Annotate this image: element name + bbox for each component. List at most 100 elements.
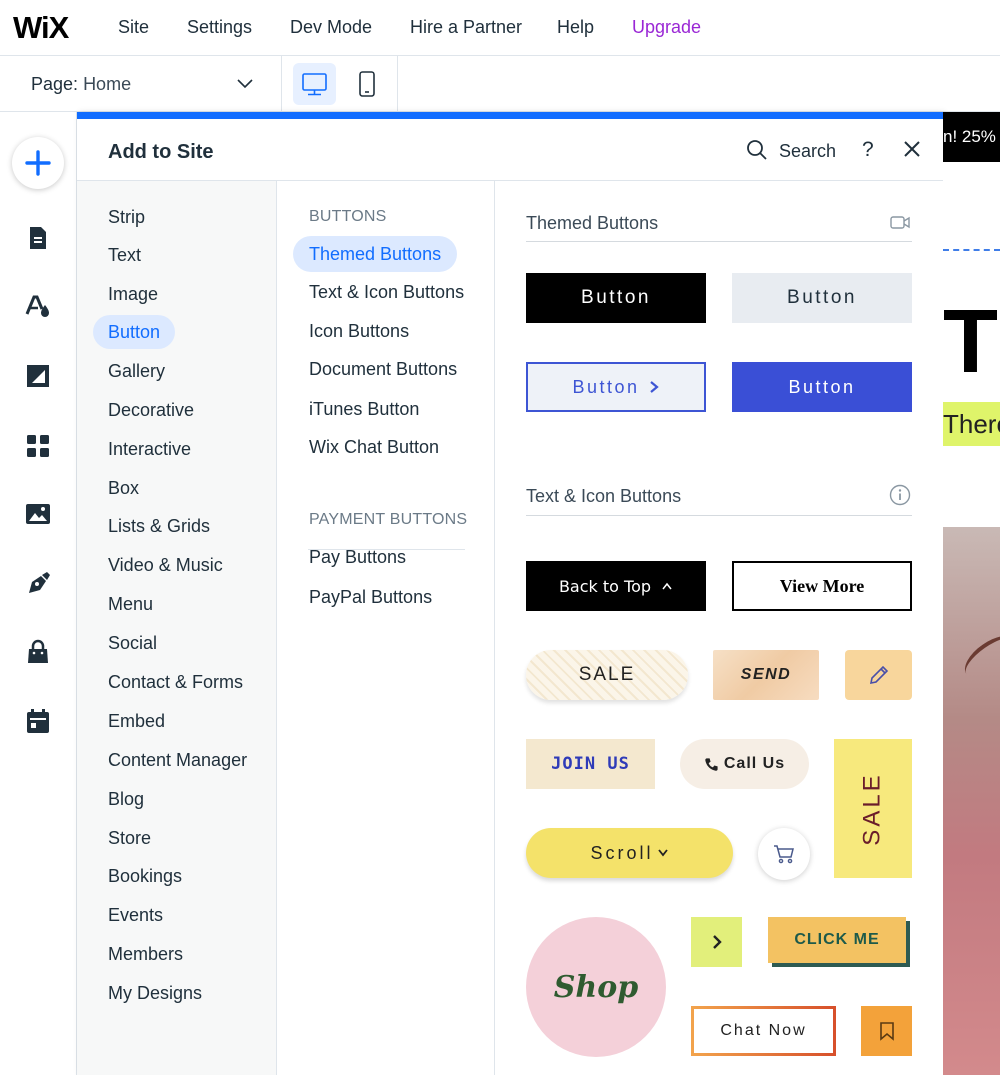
page-label: Page: xyxy=(31,74,79,94)
top-bar: WiX Site Settings Dev Mode Hire a Partne… xyxy=(0,0,1000,56)
add-elements-button[interactable] xyxy=(12,137,64,189)
category-video-music[interactable]: Video & Music xyxy=(93,548,238,582)
category-bookings[interactable]: Bookings xyxy=(93,859,197,893)
scroll-label: Scroll xyxy=(590,842,654,863)
call-us-button[interactable]: Call Us xyxy=(680,739,809,789)
preview-photo xyxy=(943,527,1000,1075)
view-more-button[interactable]: View More xyxy=(732,561,912,611)
sale-button[interactable]: SALE xyxy=(526,650,688,700)
category-decorative[interactable]: Decorative xyxy=(93,393,209,427)
pencil-icon xyxy=(869,665,888,685)
category-events[interactable]: Events xyxy=(93,898,178,932)
calendar-icon[interactable] xyxy=(24,707,52,735)
themed-button-blue[interactable]: Button xyxy=(732,362,912,412)
sale-vertical-label: SALE xyxy=(859,771,886,846)
search-button[interactable]: Search xyxy=(779,141,836,162)
chevron-right-icon xyxy=(649,381,659,393)
category-strip[interactable]: Strip xyxy=(93,200,160,234)
menu-site[interactable]: Site xyxy=(118,17,149,38)
subnav-document-buttons[interactable]: Document Buttons xyxy=(293,351,473,387)
add-to-site-panel: Add to Site Search ? Strip Text Image Bu… xyxy=(77,112,943,1075)
subnav-itunes-button[interactable]: iTunes Button xyxy=(293,391,435,427)
page-value: Home xyxy=(83,74,132,94)
join-us-button[interactable]: JOIN US xyxy=(526,739,655,789)
subnav-wix-chat-button[interactable]: Wix Chat Button xyxy=(293,429,455,465)
video-icon[interactable] xyxy=(889,211,911,233)
subnav-pay-buttons[interactable]: Pay Buttons xyxy=(293,539,422,575)
close-icon[interactable] xyxy=(901,138,923,160)
themed-button-outline-arrow[interactable]: Button xyxy=(526,362,706,412)
section-heading-payment-buttons: PAYMENT BUTTONS xyxy=(309,511,468,528)
arrow-button[interactable] xyxy=(691,917,742,967)
device-switcher xyxy=(282,56,398,111)
category-box[interactable]: Box xyxy=(93,471,154,505)
add-section-icon[interactable] xyxy=(24,362,52,390)
wix-logo[interactable]: WiX xyxy=(13,10,69,46)
desktop-view-button[interactable] xyxy=(293,63,336,105)
shop-button[interactable]: Shop xyxy=(526,917,666,1057)
section-heading-buttons: BUTTONS xyxy=(309,208,387,225)
menu-upgrade[interactable]: Upgrade xyxy=(632,17,701,38)
chat-now-button[interactable]: Chat Now xyxy=(691,1006,836,1056)
plus-icon xyxy=(25,150,51,176)
menu-hire-a-partner[interactable]: Hire a Partner xyxy=(410,17,522,38)
preview-banner: n! 25% xyxy=(943,112,1000,162)
category-content-manager[interactable]: Content Manager xyxy=(93,743,262,777)
sale-vertical-button[interactable]: SALE xyxy=(834,739,912,878)
bookmark-button[interactable] xyxy=(861,1006,912,1056)
cart-button[interactable] xyxy=(758,828,810,880)
subnav-paypal-buttons[interactable]: PayPal Buttons xyxy=(293,579,448,615)
subnav-text-icon-buttons[interactable]: Text & Icon Buttons xyxy=(293,274,480,310)
mobile-icon xyxy=(359,71,375,97)
themed-button-light[interactable]: Button xyxy=(732,273,912,323)
category-store[interactable]: Store xyxy=(93,821,166,855)
category-menu[interactable]: Menu xyxy=(93,587,168,621)
group-title-text-icon-buttons: Text & Icon Buttons xyxy=(526,486,682,506)
mobile-view-button[interactable] xyxy=(352,63,382,105)
category-gallery[interactable]: Gallery xyxy=(93,354,180,388)
category-my-designs[interactable]: My Designs xyxy=(93,976,217,1010)
subnav-icon-buttons[interactable]: Icon Buttons xyxy=(293,313,425,349)
menu-settings[interactable]: Settings xyxy=(187,17,252,38)
page-selector[interactable]: Page: Home xyxy=(0,56,282,111)
menu-help[interactable]: Help xyxy=(557,17,594,38)
themed-button-black[interactable]: Button xyxy=(526,273,706,323)
menu-dev-mode[interactable]: Dev Mode xyxy=(290,17,372,38)
category-blog[interactable]: Blog xyxy=(93,782,159,816)
subnav-themed-buttons[interactable]: Themed Buttons xyxy=(293,236,458,272)
category-lists-grids[interactable]: Lists & Grids xyxy=(93,509,225,543)
panel-title: Add to Site xyxy=(108,141,214,163)
cart-icon xyxy=(774,845,794,864)
send-button[interactable]: SEND xyxy=(713,650,819,700)
site-preview[interactable]: n! 25% T There xyxy=(943,112,1000,1075)
category-button[interactable]: Button xyxy=(93,315,176,349)
category-social[interactable]: Social xyxy=(93,626,172,660)
click-me-button[interactable]: CLICK ME xyxy=(768,917,906,963)
category-list: Strip Text Image Button Gallery Decorati… xyxy=(77,181,277,1075)
design-icon[interactable] xyxy=(24,292,52,320)
scroll-button[interactable]: Scroll xyxy=(526,828,733,878)
chevron-right-icon xyxy=(712,935,722,949)
category-members[interactable]: Members xyxy=(93,937,198,971)
category-text[interactable]: Text xyxy=(93,238,156,272)
category-embed[interactable]: Embed xyxy=(93,704,180,738)
help-icon[interactable]: ? xyxy=(862,138,874,162)
category-image[interactable]: Image xyxy=(93,277,173,311)
panel-header: Add to Site Search ? xyxy=(77,119,943,181)
apps-icon[interactable] xyxy=(24,432,52,460)
pencil-button[interactable] xyxy=(845,650,912,700)
back-to-top-label: Back to Top xyxy=(558,576,652,596)
category-contact-forms[interactable]: Contact & Forms xyxy=(93,665,258,699)
search-icon[interactable] xyxy=(745,138,769,162)
chevron-down-icon xyxy=(237,79,253,89)
store-bag-icon[interactable] xyxy=(24,638,52,666)
back-to-top-button[interactable]: Back to Top xyxy=(526,561,706,611)
pen-icon[interactable] xyxy=(24,569,52,597)
info-icon[interactable] xyxy=(889,484,911,506)
button-label: Button xyxy=(572,376,640,397)
group-title-themed-buttons: Themed Buttons xyxy=(526,213,659,233)
preview-photo-detail xyxy=(957,627,1000,687)
media-icon[interactable] xyxy=(24,500,52,528)
category-interactive[interactable]: Interactive xyxy=(93,432,206,466)
pages-icon[interactable] xyxy=(24,224,52,252)
